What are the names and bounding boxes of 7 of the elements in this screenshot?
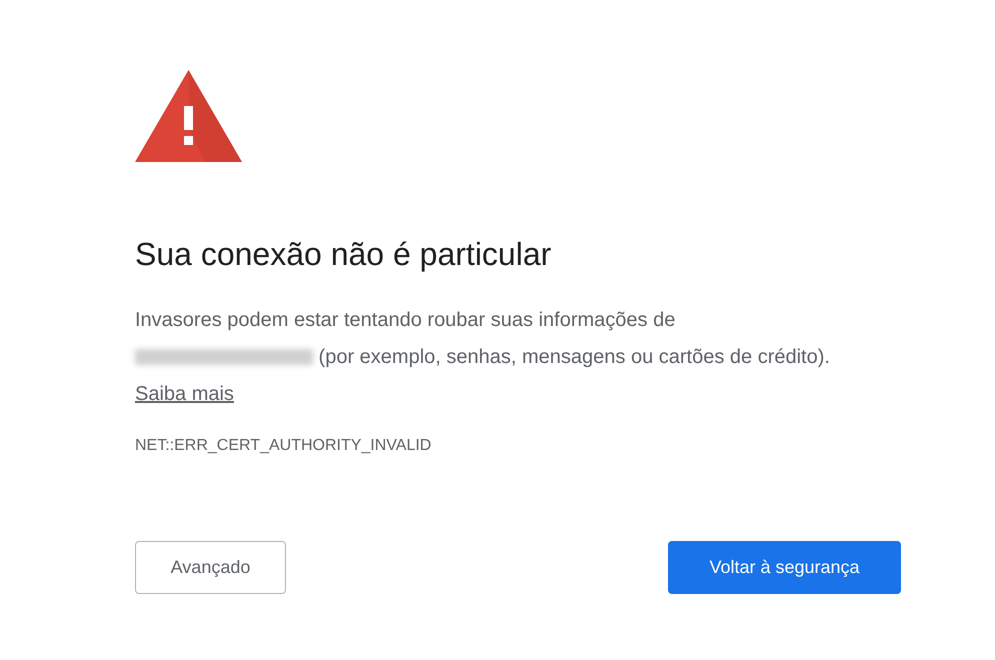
learn-more-link[interactable]: Saiba mais <box>135 383 234 405</box>
warning-icon <box>135 70 242 162</box>
warning-message: Invasores podem estar tentando roubar suas informações de (por exemplo, senhas, mensagens ou cartões de crédito). Saiba mais <box>135 308 831 407</box>
back-to-safety-button[interactable]: Voltar à segurança <box>668 541 901 594</box>
page-heading: Sua conexão não é particular <box>135 235 552 274</box>
error-code: NET::ERR_CERT_AUTHORITY_INVALID <box>135 436 432 456</box>
advanced-button[interactable]: Avançado <box>135 541 286 594</box>
